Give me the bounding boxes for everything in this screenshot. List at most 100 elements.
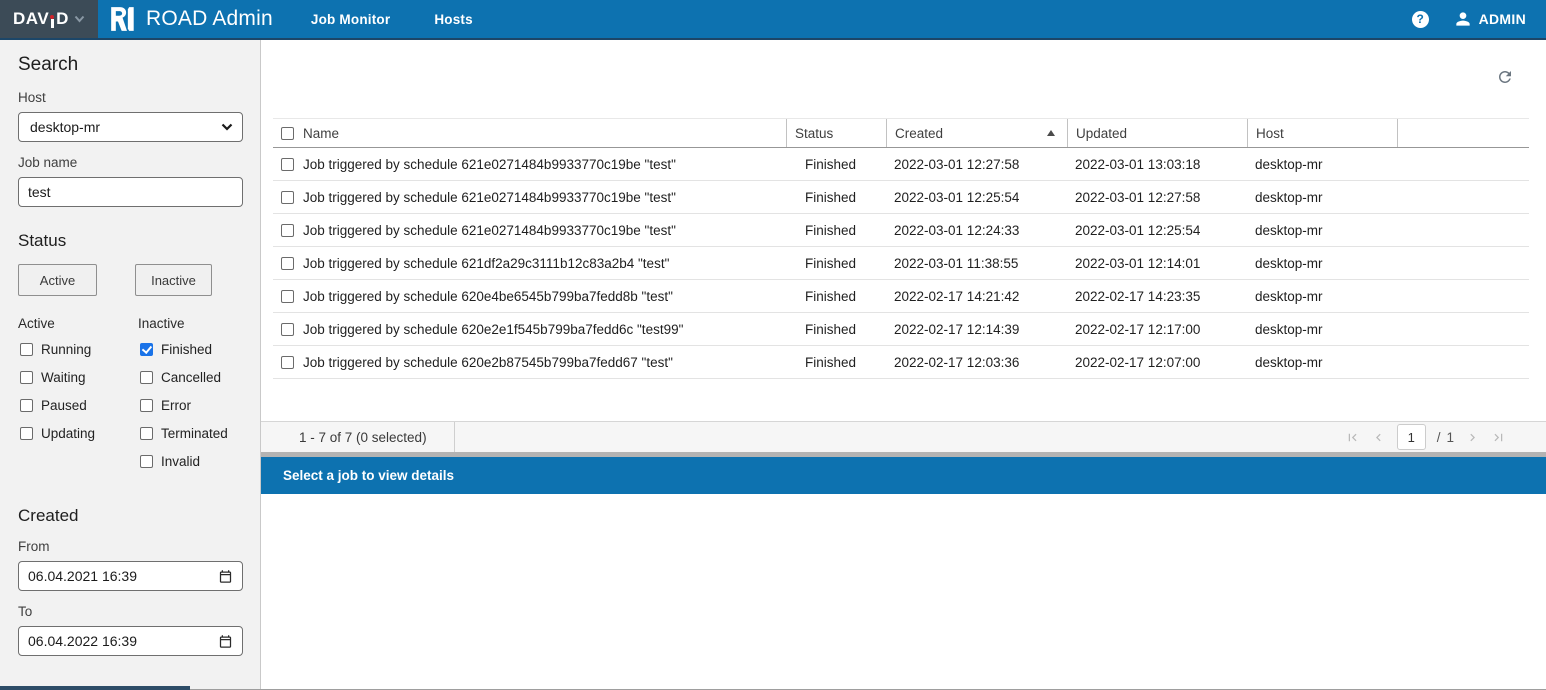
status-checkbox-active-0[interactable] [20,343,33,356]
status-option-active-3[interactable]: Updating [18,426,138,441]
status-checkbox-inactive-1[interactable] [140,371,153,384]
job-created-cell: 2022-03-01 11:38:55 [886,256,1067,271]
chevron-right-icon [1465,430,1480,445]
table-row-4[interactable]: Job triggered by schedule 620e4be6545b79… [273,280,1529,313]
nav-item-job-monitor[interactable]: Job Monitor [311,12,390,27]
status-buttons: Active Inactive [18,264,243,296]
status-checkbox-inactive-2[interactable] [140,399,153,412]
status-option-active-2[interactable]: Paused [18,398,138,413]
row-checkbox-4[interactable] [281,290,294,303]
calendar-icon[interactable] [218,569,233,584]
table-row-0[interactable]: Job triggered by schedule 621e0271484b99… [273,148,1529,181]
job-updated-cell: 2022-03-01 12:27:58 [1067,190,1247,205]
host-select-value: desktop-mr [28,119,221,135]
job-created-cell: 2022-02-17 14:21:42 [886,289,1067,304]
status-option-inactive-4[interactable]: Invalid [138,454,228,469]
row-checkbox-6[interactable] [281,356,294,369]
row-checkbox-2[interactable] [281,224,294,237]
column-header-updated[interactable]: Updated [1067,119,1247,147]
status-checkbox-inactive-0[interactable] [140,343,153,356]
column-header-empty [1397,119,1529,147]
column-header-name[interactable]: Name [273,119,786,147]
last-page-button[interactable] [1491,430,1506,445]
job-name-cell: Job triggered by schedule 621e0271484b99… [303,157,676,172]
table-row-1[interactable]: Job triggered by schedule 621e0271484b99… [273,181,1529,214]
app-window: DAVD ROAD Admin Job Monitor Hosts ? ADMI… [0,0,1546,690]
details-message: Select a job to view details [283,468,454,483]
refresh-button[interactable] [1494,66,1516,91]
navbar-right: ? ADMIN [1412,9,1526,29]
job-updated-cell: 2022-02-17 12:17:00 [1067,322,1247,337]
table-row-2[interactable]: Job triggered by schedule 621e0271484b99… [273,214,1529,247]
table-row-5[interactable]: Job triggered by schedule 620e2e1f545b79… [273,313,1529,346]
calendar-icon[interactable] [218,634,233,649]
active-options-column: Running Waiting Paused Updating [18,342,138,482]
job-host-cell: desktop-mr [1247,355,1397,370]
previous-page-button[interactable] [1371,430,1386,445]
host-select[interactable]: desktop-mr [18,112,243,142]
job-name-cell: Job triggered by schedule 620e2b87545b79… [303,355,673,370]
job-status-cell: Finished [786,256,886,271]
column-header-status[interactable]: Status [786,119,886,147]
status-checkbox-inactive-4[interactable] [140,455,153,468]
status-option-active-0[interactable]: Running [18,342,138,357]
created-to-input[interactable]: 06.04.2022 16:39 [18,626,243,656]
inactive-button[interactable]: Inactive [135,264,212,296]
road-logo-icon [108,6,135,33]
status-checkbox-active-1[interactable] [20,371,33,384]
table-header-row: Name Status Created Updated Host [273,118,1529,148]
next-page-button[interactable] [1465,430,1480,445]
job-created-cell: 2022-03-01 12:25:54 [886,190,1067,205]
table-row-6[interactable]: Job triggered by schedule 620e2b87545b79… [273,346,1529,379]
job-status-cell: Finished [786,322,886,337]
help-icon[interactable]: ? [1412,11,1429,28]
job-host-cell: desktop-mr [1247,256,1397,271]
status-options: Running Waiting Paused Updating [18,342,243,482]
road-admin-brand: ROAD Admin [108,6,273,33]
job-status-cell: Finished [786,157,886,172]
main-menu: Job Monitor Hosts [311,12,473,27]
active-button[interactable]: Active [18,264,97,296]
nav-item-hosts[interactable]: Hosts [434,12,473,27]
row-checkbox-0[interactable] [281,158,294,171]
status-option-active-1[interactable]: Waiting [18,370,138,385]
job-created-cell: 2022-02-17 12:14:39 [886,322,1067,337]
sort-asc-icon [1047,130,1055,136]
first-page-button[interactable] [1345,430,1360,445]
job-name-cell: Job triggered by schedule 621df2a29c3111… [303,256,669,271]
horizontal-scrollbar-thumb[interactable] [0,686,190,690]
search-sidebar: Search Host desktop-mr Job name test Sta… [0,40,261,690]
status-option-inactive-3[interactable]: Terminated [138,426,228,441]
status-checkbox-inactive-3[interactable] [140,427,153,440]
main-content: Name Status Created Updated Host Job [261,40,1546,690]
chevron-left-icon [1371,430,1386,445]
status-option-inactive-1[interactable]: Cancelled [138,370,228,385]
created-from-label: From [18,539,243,554]
row-checkbox-3[interactable] [281,257,294,270]
job-name-cell: Job triggered by schedule 621e0271484b99… [303,223,676,238]
job-created-cell: 2022-02-17 12:03:36 [886,355,1067,370]
status-group-labels: Active Inactive [18,316,243,331]
created-to-label: To [18,604,243,619]
refresh-icon [1496,68,1514,86]
david-logo-menu[interactable]: DAVD [0,0,98,38]
status-checkbox-active-2[interactable] [20,399,33,412]
status-option-inactive-2[interactable]: Error [138,398,228,413]
user-menu[interactable]: ADMIN [1453,9,1526,29]
status-checkbox-active-3[interactable] [20,427,33,440]
column-header-host[interactable]: Host [1247,119,1397,147]
person-icon [1453,9,1473,29]
row-checkbox-1[interactable] [281,191,294,204]
pagination-controls: 1 /1 [1345,424,1506,450]
column-header-created[interactable]: Created [886,119,1067,147]
job-name-input[interactable]: test [18,177,243,207]
row-checkbox-5[interactable] [281,323,294,336]
status-option-inactive-0[interactable]: Finished [138,342,228,357]
created-from-input[interactable]: 06.04.2021 16:39 [18,561,243,591]
job-name-cell: Job triggered by schedule 621e0271484b99… [303,190,676,205]
table-row-3[interactable]: Job triggered by schedule 621df2a29c3111… [273,247,1529,280]
select-all-checkbox[interactable] [281,127,294,140]
app-title: ROAD Admin [146,7,273,31]
job-updated-cell: 2022-03-01 12:25:54 [1067,223,1247,238]
page-number-input[interactable]: 1 [1397,424,1426,450]
